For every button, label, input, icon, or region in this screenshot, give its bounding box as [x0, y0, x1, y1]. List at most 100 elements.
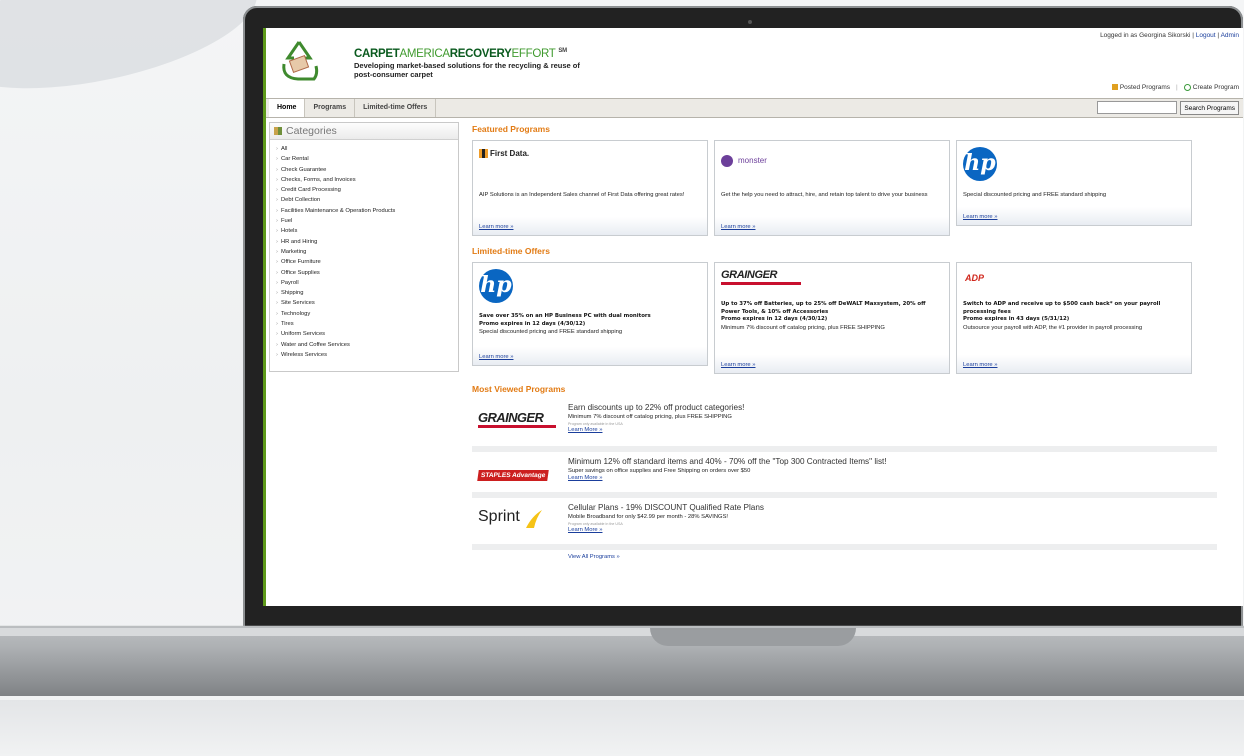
adp-logo-icon: ADP	[965, 273, 985, 283]
view-all-programs-link[interactable]: View All Programs »	[568, 554, 1217, 560]
learn-more-link[interactable]: Learn more »	[715, 224, 761, 235]
featured-title: Featured Programs	[472, 124, 550, 134]
item-headline: Minimum 12% off standard items and 40% -…	[568, 457, 887, 466]
learn-more-link[interactable]: Learn more »	[473, 354, 519, 365]
category-marketing[interactable]: Marketing	[276, 247, 458, 257]
brand-name[interactable]: CARPETAMERICARECOVERYEFFORT SM	[354, 48, 594, 60]
offer-card[interactable]: ADP Switch to ADP and receive up to $500…	[956, 262, 1192, 374]
learn-more-link[interactable]: Learn More »	[568, 527, 764, 533]
category-car-rental[interactable]: Car Rental	[276, 154, 458, 164]
category-technology[interactable]: Technology	[276, 309, 458, 319]
grainger-logo-text: GRAINGER	[478, 410, 544, 425]
tab-programs[interactable]: Programs	[305, 99, 356, 117]
featured-cards: First Data. AIP Solutions is an Independ…	[472, 140, 1217, 236]
category-payroll[interactable]: Payroll	[276, 278, 458, 288]
brand-america: AMERICA	[399, 48, 450, 60]
featured-card[interactable]: hp Special discounted pricing and FREE s…	[956, 140, 1192, 226]
category-hotels[interactable]: Hotels	[276, 226, 458, 236]
laptop-shadow	[0, 700, 1244, 756]
most-viewed-item[interactable]: Sprint Cellular Plans - 19% DISCOUNT Qua…	[472, 500, 1217, 550]
first-data-logo-text: First Data.	[490, 149, 530, 158]
offer-description: Outsource your payroll with ADP, the #1 …	[963, 324, 1143, 331]
card-logo: GRAINGER	[715, 263, 949, 291]
card-description: Special discounted pricing and FREE stan…	[963, 192, 1107, 198]
most-viewed-item[interactable]: STAPLES Advantage Minimum 12% off standa…	[472, 454, 1217, 498]
site-header: CARPETAMERICARECOVERYEFFORT SM Developin…	[266, 28, 1243, 92]
item-text: Minimum 12% off standard items and 40% -…	[568, 457, 887, 481]
category-fuel[interactable]: Fuel	[276, 216, 458, 226]
category-shipping[interactable]: Shipping	[276, 288, 458, 298]
grainger-logo-icon: GRAINGER	[721, 269, 801, 285]
item-subtext: Super savings on office supplies and Fre…	[568, 468, 751, 474]
nav-bar: Home Programs Limited-time Offers Search…	[266, 98, 1243, 118]
hp-logo-icon: hp	[479, 269, 513, 303]
offer-card[interactable]: hp Save over 35% on an HP Business PC wi…	[472, 262, 708, 366]
learn-more-link[interactable]: Learn more »	[957, 362, 1003, 373]
categories-icon	[274, 127, 282, 135]
learn-more-link[interactable]: Learn More »	[568, 475, 887, 481]
recycle-logo-icon[interactable]	[276, 38, 322, 84]
search-input[interactable]	[1097, 101, 1178, 114]
search-button[interactable]: Search Programs	[1180, 101, 1239, 115]
category-hr-hiring[interactable]: HR and Hiring	[276, 237, 458, 247]
category-credit-card[interactable]: Credit Card Processing	[276, 185, 458, 195]
learn-more-link[interactable]: Learn More »	[568, 427, 744, 433]
learn-more-link[interactable]: Learn more »	[715, 362, 761, 373]
offer-promo: Promo expires in 12 days (4/30/12)	[721, 316, 828, 322]
featured-card[interactable]: monster Get the help you need to attract…	[714, 140, 950, 236]
background-swoosh	[0, 0, 268, 113]
category-checks-forms-invoices[interactable]: Checks, Forms, and Invoices	[276, 175, 458, 185]
tab-home[interactable]: Home	[269, 99, 306, 117]
category-site-services[interactable]: Site Services	[276, 298, 458, 308]
item-text: Cellular Plans - 19% DISCOUNT Qualified …	[568, 503, 764, 533]
laptop-hinge	[0, 628, 1244, 636]
tab-limited-time-offers[interactable]: Limited-time Offers	[355, 99, 437, 117]
offer-promo: Promo expires in 12 days (4/30/12)	[479, 320, 586, 327]
category-water-coffee[interactable]: Water and Coffee Services	[276, 340, 458, 350]
offer-headline: Up to 37% off Batteries, up to 25% off D…	[721, 301, 926, 315]
learn-more-link[interactable]: Learn more »	[957, 214, 1003, 225]
monster-logo-text: monster	[738, 156, 767, 166]
offer-headline: Save over 35% on an HP Business PC with …	[479, 313, 651, 319]
item-headline: Cellular Plans - 19% DISCOUNT Qualified …	[568, 503, 764, 512]
categories-header: Categories	[270, 123, 458, 140]
category-office-supplies[interactable]: Office Supplies	[276, 268, 458, 278]
category-debt-collection[interactable]: Debt Collection	[276, 195, 458, 205]
browser-screen: CARPETAMERICARECOVERYEFFORT SM Developin…	[263, 28, 1243, 606]
first-data-logo-icon: First Data.	[479, 149, 530, 159]
category-check-guarantee[interactable]: Check Guarantee	[276, 165, 458, 175]
categories-list: All Car Rental Check Guarantee Checks, F…	[270, 140, 458, 360]
item-headline: Earn discounts up to 22% off product cat…	[568, 403, 745, 412]
offer-card[interactable]: GRAINGER Up to 37% off Batteries, up to …	[714, 262, 950, 374]
create-program-link[interactable]: Create Program	[1183, 84, 1239, 92]
posted-programs-link[interactable]: Posted Programs	[1111, 84, 1171, 92]
person-icon	[1111, 84, 1118, 91]
posted-programs-label: Posted Programs	[1119, 84, 1171, 92]
learn-more-link[interactable]: Learn more »	[473, 224, 519, 235]
card-logo: First Data.	[473, 141, 707, 191]
item-note: Program only available in the USA	[568, 422, 623, 426]
card-logo: monster	[715, 141, 949, 191]
logout-link[interactable]: Logout	[1196, 32, 1216, 39]
item-subtext: Mobile Broadband for only $42.99 per mon…	[568, 514, 729, 520]
sprint-swoosh-icon	[526, 510, 543, 528]
hp-logo-icon: hp	[963, 147, 997, 181]
laptop-camera	[748, 20, 752, 24]
most-viewed-list: GRAINGER Earn discounts up to 22% off pr…	[472, 400, 1217, 560]
category-tires[interactable]: Tires	[276, 319, 458, 329]
laptop-notch	[650, 628, 856, 646]
item-note: Program only available in the USA	[568, 522, 623, 526]
category-uniform-services[interactable]: Uniform Services	[276, 329, 458, 339]
staples-logo-text: STAPLES Advantage	[477, 470, 550, 481]
category-facilities[interactable]: Facilities Maintenance & Operation Produ…	[276, 206, 458, 216]
staples-logo-icon: STAPLES Advantage	[477, 464, 558, 490]
admin-link[interactable]: Admin	[1221, 32, 1239, 39]
most-viewed-item[interactable]: GRAINGER Earn discounts up to 22% off pr…	[472, 400, 1217, 452]
category-all[interactable]: All	[276, 144, 458, 154]
featured-card[interactable]: First Data. AIP Solutions is an Independ…	[472, 140, 708, 236]
create-program-label: Create Program	[1192, 84, 1239, 92]
categories-sidebar: Categories All Car Rental Check Guarante…	[269, 122, 459, 372]
category-office-furniture[interactable]: Office Furniture	[276, 257, 458, 267]
category-wireless[interactable]: Wireless Services	[276, 350, 458, 360]
user-bar: Logged in as Georgina Sikorski | Logout …	[1100, 32, 1239, 39]
